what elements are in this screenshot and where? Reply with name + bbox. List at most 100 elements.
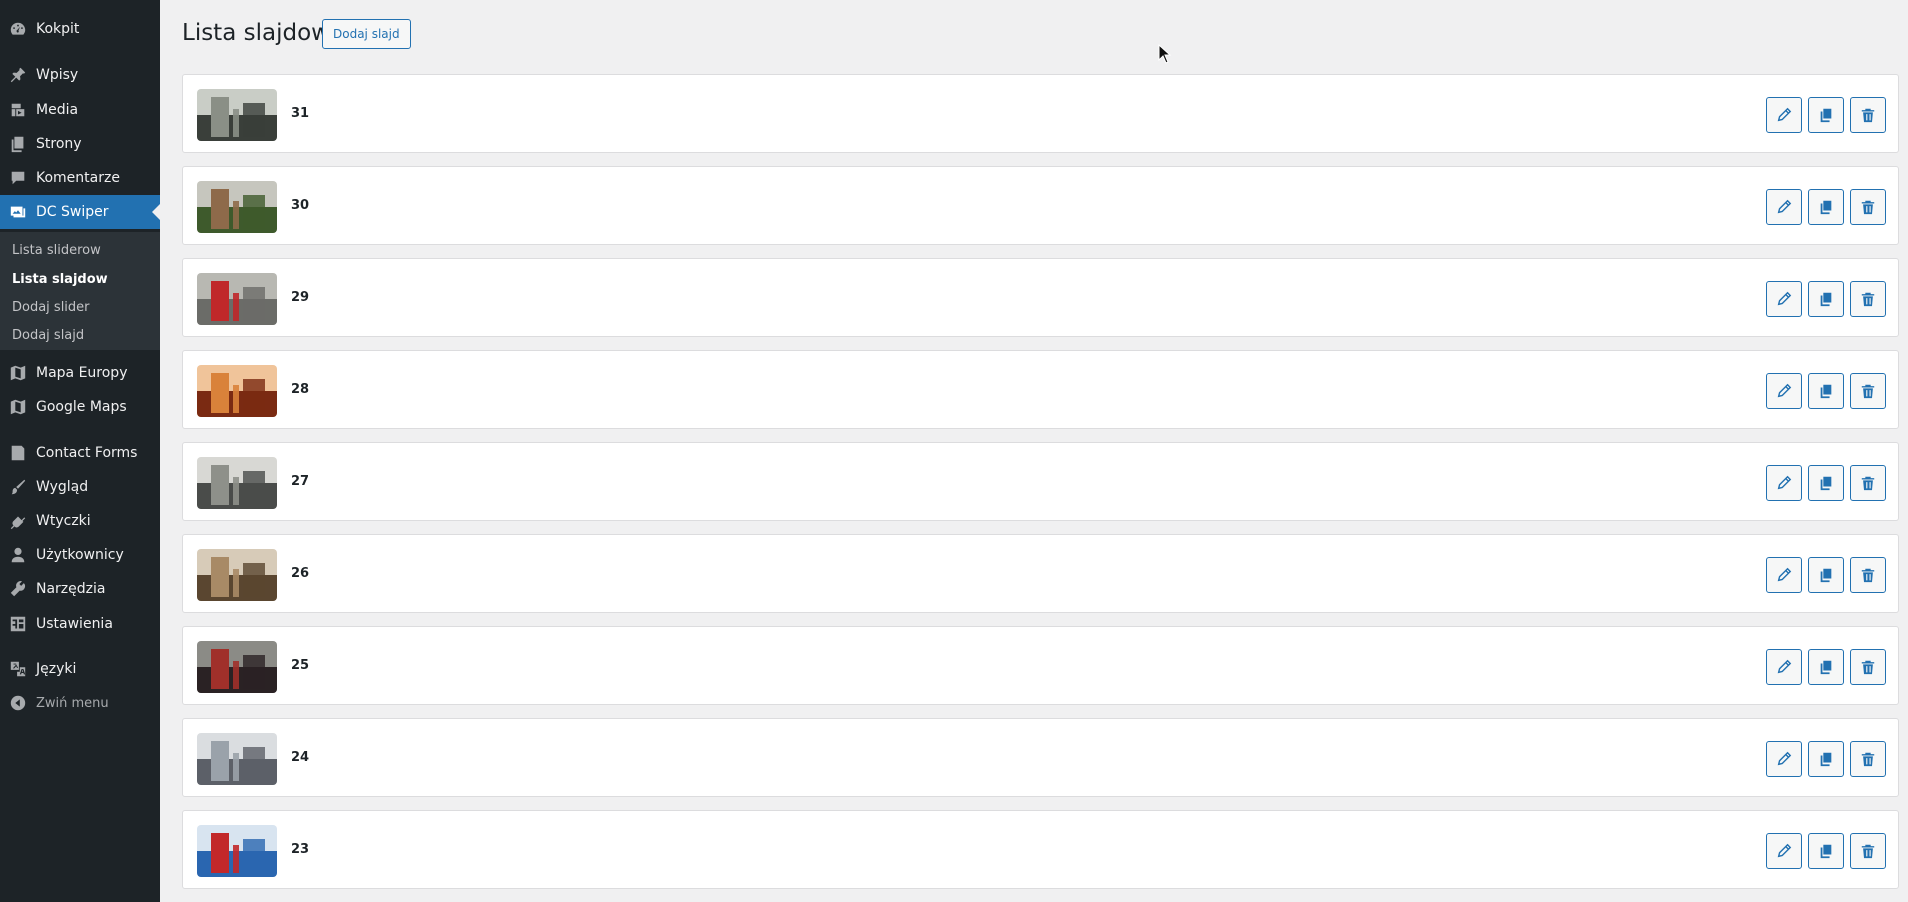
slide-thumbnail[interactable] [197, 457, 277, 509]
duplicate-slide-button[interactable] [1808, 741, 1844, 777]
sidebar-item-label: Użytkownicy [36, 547, 124, 563]
edit-icon [1777, 199, 1792, 214]
slide-row: 24 [182, 718, 1899, 797]
dc-swiper-submenu: Lista sliderow Lista slajdow Dodaj slider D… [0, 232, 160, 350]
submenu-item-lista-slajdow[interactable]: Lista slajdow [12, 272, 108, 287]
duplicate-icon [1820, 384, 1832, 399]
edit-slide-button[interactable] [1766, 97, 1802, 133]
edit-icon [1777, 383, 1792, 398]
sidebar-item-label: Media [36, 102, 79, 118]
slide-row: 26 [182, 534, 1899, 613]
sidebar-item-kokpit[interactable]: Kokpit [0, 12, 160, 46]
submenu-item-lista-sliderow[interactable]: Lista sliderow [12, 243, 101, 258]
edit-icon [1777, 291, 1792, 306]
slide-actions [1766, 557, 1886, 593]
slide-thumbnail[interactable] [197, 89, 277, 141]
slide-row: 31 [182, 74, 1899, 153]
sidebar-item-zwiń-menu[interactable]: Zwiń menu [0, 686, 160, 720]
submenu-item-dodaj-slider[interactable]: Dodaj slider [12, 300, 90, 315]
sidebar-item-media[interactable]: Media [0, 93, 160, 127]
slide-thumbnail[interactable] [197, 733, 277, 785]
duplicate-slide-button[interactable] [1808, 649, 1844, 685]
form-icon [0, 444, 36, 462]
sidebar-item-strony[interactable]: Strony [0, 127, 160, 161]
delete-slide-button[interactable] [1850, 97, 1886, 133]
sidebar-item-label: Kokpit [36, 21, 80, 37]
trash-icon [1861, 568, 1875, 583]
delete-slide-button[interactable] [1850, 557, 1886, 593]
dashboard-icon [0, 20, 36, 38]
duplicate-icon [1820, 844, 1832, 859]
sidebar-item-wtyczki[interactable]: Wtyczki [0, 504, 160, 538]
delete-slide-button[interactable] [1850, 741, 1886, 777]
sidebar-item-label: Wpisy [36, 67, 79, 83]
sidebar-item-mapa-europy[interactable]: Mapa Europy [0, 356, 160, 390]
sidebar-item-wygląd[interactable]: Wygląd [0, 470, 160, 504]
edit-icon [1777, 751, 1792, 766]
sidebar-item-dc-swiper[interactable]: DC Swiper [0, 195, 160, 229]
slide-number: 29 [291, 290, 310, 305]
slide-row: 23 [182, 810, 1899, 889]
slide-thumbnail[interactable] [197, 365, 277, 417]
duplicate-slide-button[interactable] [1808, 281, 1844, 317]
delete-slide-button[interactable] [1850, 465, 1886, 501]
edit-slide-button[interactable] [1766, 833, 1802, 869]
sidebar-item-komentarze[interactable]: Komentarze [0, 161, 160, 195]
trash-icon [1861, 752, 1875, 767]
slide-thumbnail-image [197, 181, 277, 233]
sidebar-item-label: Mapa Europy [36, 365, 128, 381]
slide-thumbnail[interactable] [197, 181, 277, 233]
edit-slide-button[interactable] [1766, 649, 1802, 685]
slide-number: 30 [291, 198, 310, 213]
edit-icon [1777, 843, 1792, 858]
slide-actions [1766, 649, 1886, 685]
delete-slide-button[interactable] [1850, 281, 1886, 317]
slide-thumbnail[interactable] [197, 273, 277, 325]
sidebar-item-wpisy[interactable]: Wpisy [0, 58, 160, 92]
duplicate-slide-button[interactable] [1808, 97, 1844, 133]
edit-icon [1777, 567, 1792, 582]
slide-row: 30 [182, 166, 1899, 245]
duplicate-slide-button[interactable] [1808, 557, 1844, 593]
delete-slide-button[interactable] [1850, 189, 1886, 225]
duplicate-icon [1820, 292, 1832, 307]
trash-icon [1861, 292, 1875, 307]
main-content: Lista slajdow Dodaj slajd 31 30 29 28 27 26 25… [160, 0, 1908, 902]
duplicate-slide-button[interactable] [1808, 833, 1844, 869]
edit-slide-button[interactable] [1766, 557, 1802, 593]
sidebar-item-narzędzia[interactable]: Narzędzia [0, 572, 160, 606]
edit-slide-button[interactable] [1766, 741, 1802, 777]
duplicate-slide-button[interactable] [1808, 189, 1844, 225]
slide-number: 26 [291, 566, 310, 581]
sidebar-item-label: Komentarze [36, 170, 120, 186]
edit-slide-button[interactable] [1766, 189, 1802, 225]
slide-thumbnail-image [197, 457, 277, 509]
edit-slide-button[interactable] [1766, 465, 1802, 501]
map-icon [0, 398, 36, 416]
sidebar-item-języki[interactable]: Języki [0, 652, 160, 686]
edit-slide-button[interactable] [1766, 281, 1802, 317]
delete-slide-button[interactable] [1850, 649, 1886, 685]
duplicate-slide-button[interactable] [1808, 373, 1844, 409]
slide-thumbnail[interactable] [197, 641, 277, 693]
trash-icon [1861, 660, 1875, 675]
slide-actions [1766, 189, 1886, 225]
mouse-cursor-icon [1158, 44, 1172, 64]
sidebar-item-użytkownicy[interactable]: Użytkownicy [0, 538, 160, 572]
sidebar-item-ustawienia[interactable]: Ustawienia [0, 607, 160, 641]
slide-actions [1766, 97, 1886, 133]
edit-slide-button[interactable] [1766, 373, 1802, 409]
sidebar-item-google-maps[interactable]: Google Maps [0, 390, 160, 424]
edit-icon [1777, 107, 1792, 122]
add-slide-button[interactable]: Dodaj slajd [322, 19, 411, 49]
delete-slide-button[interactable] [1850, 373, 1886, 409]
slide-number: 31 [291, 106, 310, 121]
submenu-item-dodaj-slajd[interactable]: Dodaj slajd [12, 328, 84, 343]
slide-thumbnail[interactable] [197, 549, 277, 601]
user-icon [0, 546, 36, 564]
slide-thumbnail[interactable] [197, 825, 277, 877]
duplicate-slide-button[interactable] [1808, 465, 1844, 501]
sidebar-item-contact-forms[interactable]: Contact Forms [0, 436, 160, 470]
delete-slide-button[interactable] [1850, 833, 1886, 869]
brush-icon [0, 478, 36, 496]
